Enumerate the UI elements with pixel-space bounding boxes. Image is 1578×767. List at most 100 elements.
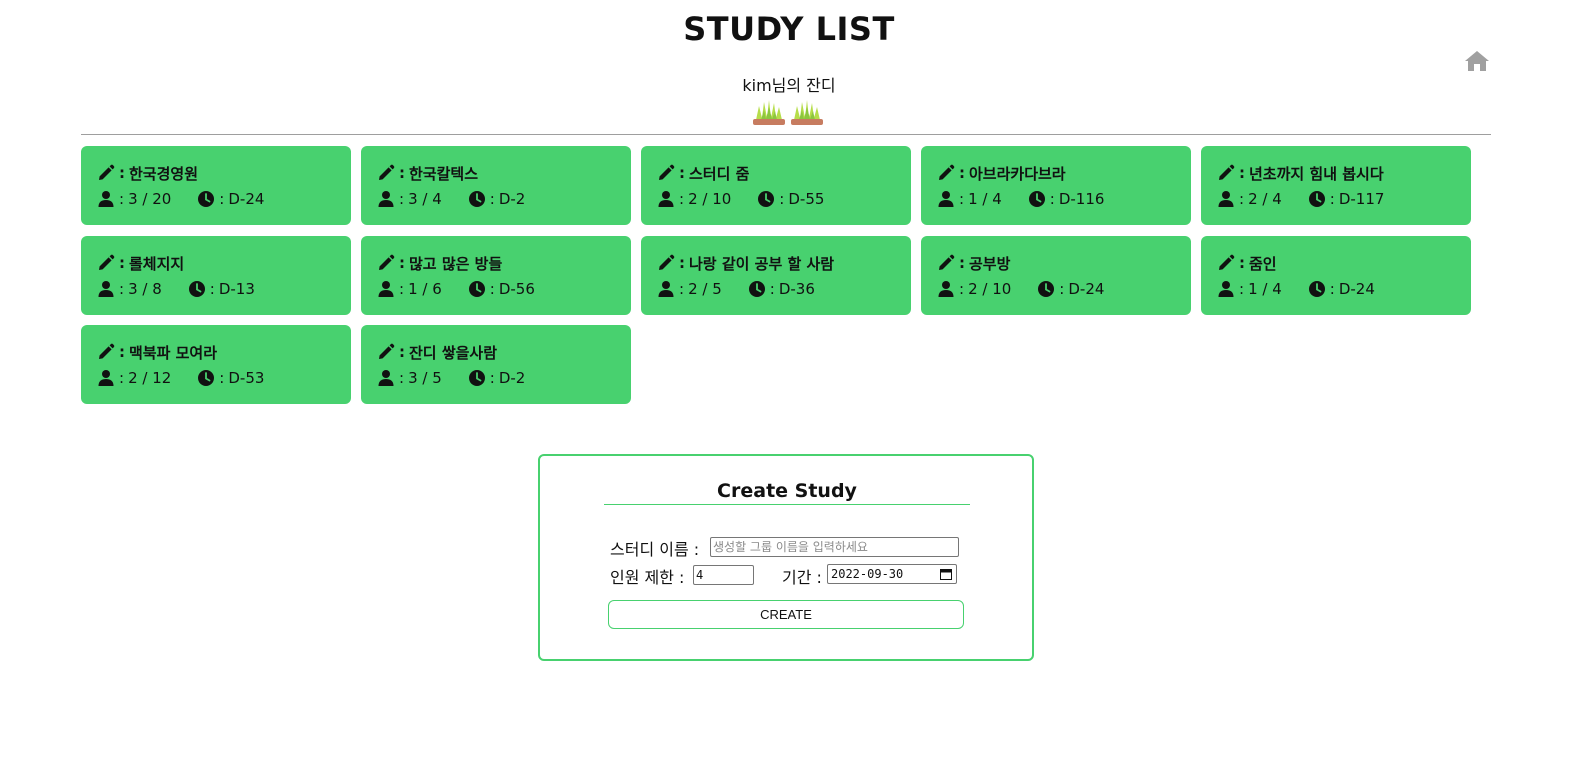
create-button[interactable]: CREATE xyxy=(608,600,964,629)
dday-separator: : xyxy=(489,190,495,208)
study-card[interactable]: : 많고 많은 방들:1 / 6: D-56 xyxy=(361,236,631,315)
user-icon xyxy=(1218,191,1234,207)
study-name: 년초까지 힘내 봅시다 xyxy=(1249,164,1384,183)
study-card[interactable]: : 아브라카다브라:1 / 4: D-116 xyxy=(921,146,1191,225)
study-members: 1 / 4 xyxy=(968,190,1002,208)
study-name: 아브라카다브라 xyxy=(969,164,1066,183)
period-label: 기간 : xyxy=(782,568,822,587)
study-dday: D-2 xyxy=(498,369,526,387)
user-icon xyxy=(938,281,954,297)
study-list-page: STUDY LIST kim님의 잔디 : 한국경영원:3 / 20: D-24: 한… xyxy=(0,0,1578,767)
pencil-icon xyxy=(1219,164,1235,180)
member-limit-input[interactable] xyxy=(693,565,754,585)
study-card-name-row: : 잔디 쌓을사람 xyxy=(377,339,631,365)
study-card-name-row: : 줌인 xyxy=(1217,250,1471,276)
study-card-info-row: :1 / 4: D-24 xyxy=(1217,276,1471,302)
members-separator: : xyxy=(399,280,405,298)
name-separator: : xyxy=(1239,254,1245,272)
study-members: 2 / 5 xyxy=(688,280,722,298)
study-card-info-row: :2 / 10: D-55 xyxy=(657,186,911,212)
study-card[interactable]: : 줌인:1 / 4: D-24 xyxy=(1201,236,1471,315)
clock-icon xyxy=(468,281,485,297)
clock-icon xyxy=(758,191,775,207)
study-card-name-row: : 맥북파 모여라 xyxy=(97,339,351,365)
name-separator: : xyxy=(679,254,685,272)
members-separator: : xyxy=(1239,190,1245,208)
members-separator: : xyxy=(399,190,405,208)
study-card[interactable]: : 공부방:2 / 10: D-24 xyxy=(921,236,1191,315)
dday-separator: : xyxy=(489,369,495,387)
study-card-info-row: :3 / 20: D-24 xyxy=(97,186,351,212)
study-members: 3 / 8 xyxy=(128,280,162,298)
study-card-info-row: :3 / 5: D-2 xyxy=(377,365,631,391)
members-separator: : xyxy=(1239,280,1245,298)
name-separator: : xyxy=(1239,164,1245,182)
user-icon xyxy=(1218,281,1234,297)
study-name: 잔디 쌓을사람 xyxy=(409,343,498,362)
period-date-value: 2022-09-30 xyxy=(831,567,904,581)
study-card[interactable]: : 맥북파 모여라:2 / 12: D-53 xyxy=(81,325,351,404)
study-dday: D-36 xyxy=(778,280,815,298)
study-members: 2 / 4 xyxy=(1248,190,1282,208)
study-card-name-row: : 롤체지지 xyxy=(97,250,351,276)
study-card[interactable]: : 한국경영원:3 / 20: D-24 xyxy=(81,146,351,225)
study-card[interactable]: : 롤체지지:3 / 8: D-13 xyxy=(81,236,351,315)
pencil-icon xyxy=(99,254,115,270)
home-icon[interactable] xyxy=(1464,50,1490,72)
study-members: 2 / 10 xyxy=(968,280,1012,298)
study-card[interactable]: : 스터디 줌:2 / 10: D-55 xyxy=(641,146,911,225)
name-separator: : xyxy=(119,254,125,272)
study-dday: D-55 xyxy=(788,190,825,208)
create-study-form: Create Study 스터디 이름 : 인원 제한 : 기간 : 2022-… xyxy=(538,454,1034,661)
user-icon xyxy=(658,191,674,207)
members-separator: : xyxy=(679,280,685,298)
study-card-name-row: : 년초까지 힘내 봅시다 xyxy=(1217,160,1471,186)
members-separator: : xyxy=(959,280,965,298)
clock-icon xyxy=(748,281,765,297)
dday-separator: : xyxy=(779,190,785,208)
grass-subtitle: kim님의 잔디 xyxy=(742,76,836,95)
study-card-name-row: : 한국칼텍스 xyxy=(377,160,631,186)
members-separator: : xyxy=(399,369,405,387)
name-separator: : xyxy=(399,254,405,272)
study-members: 2 / 10 xyxy=(688,190,732,208)
study-card-info-row: :2 / 10: D-24 xyxy=(937,276,1191,302)
pencil-icon xyxy=(99,164,115,180)
members-separator: : xyxy=(119,369,125,387)
pencil-icon xyxy=(939,254,955,270)
user-icon xyxy=(378,370,394,386)
dday-separator: : xyxy=(219,369,225,387)
period-date-input[interactable]: 2022-09-30 xyxy=(827,564,957,584)
page-title: STUDY LIST xyxy=(683,10,895,48)
member-limit-label: 인원 제한 : xyxy=(610,568,685,587)
study-card[interactable]: : 한국칼텍스:3 / 4: D-2 xyxy=(361,146,631,225)
study-card-name-row: : 스터디 줌 xyxy=(657,160,911,186)
clock-icon xyxy=(1308,281,1325,297)
pencil-icon xyxy=(379,164,395,180)
grass-icon xyxy=(791,100,823,125)
user-icon xyxy=(378,191,394,207)
members-separator: : xyxy=(119,190,125,208)
study-card[interactable]: : 나랑 같이 공부 할 사람:2 / 5: D-36 xyxy=(641,236,911,315)
form-title-underline xyxy=(604,504,970,505)
dday-separator: : xyxy=(209,280,215,298)
pencil-icon xyxy=(659,254,675,270)
study-members: 3 / 20 xyxy=(128,190,172,208)
dday-separator: : xyxy=(489,280,495,298)
study-card[interactable]: : 년초까지 힘내 봅시다:2 / 4: D-117 xyxy=(1201,146,1471,225)
study-card[interactable]: : 잔디 쌓을사람:3 / 5: D-2 xyxy=(361,325,631,404)
dday-separator: : xyxy=(1329,190,1335,208)
clock-icon xyxy=(468,191,485,207)
study-members: 3 / 5 xyxy=(408,369,442,387)
study-card-info-row: :2 / 4: D-117 xyxy=(1217,186,1471,212)
study-card-info-row: :2 / 12: D-53 xyxy=(97,365,351,391)
study-dday: D-56 xyxy=(498,280,535,298)
clock-icon xyxy=(1028,191,1045,207)
dday-separator: : xyxy=(1329,280,1335,298)
calendar-icon[interactable] xyxy=(940,568,952,580)
study-dday: D-116 xyxy=(1058,190,1105,208)
study-name-input[interactable] xyxy=(710,537,959,557)
clock-icon xyxy=(1038,281,1055,297)
grass-row xyxy=(752,98,828,126)
user-icon xyxy=(658,281,674,297)
